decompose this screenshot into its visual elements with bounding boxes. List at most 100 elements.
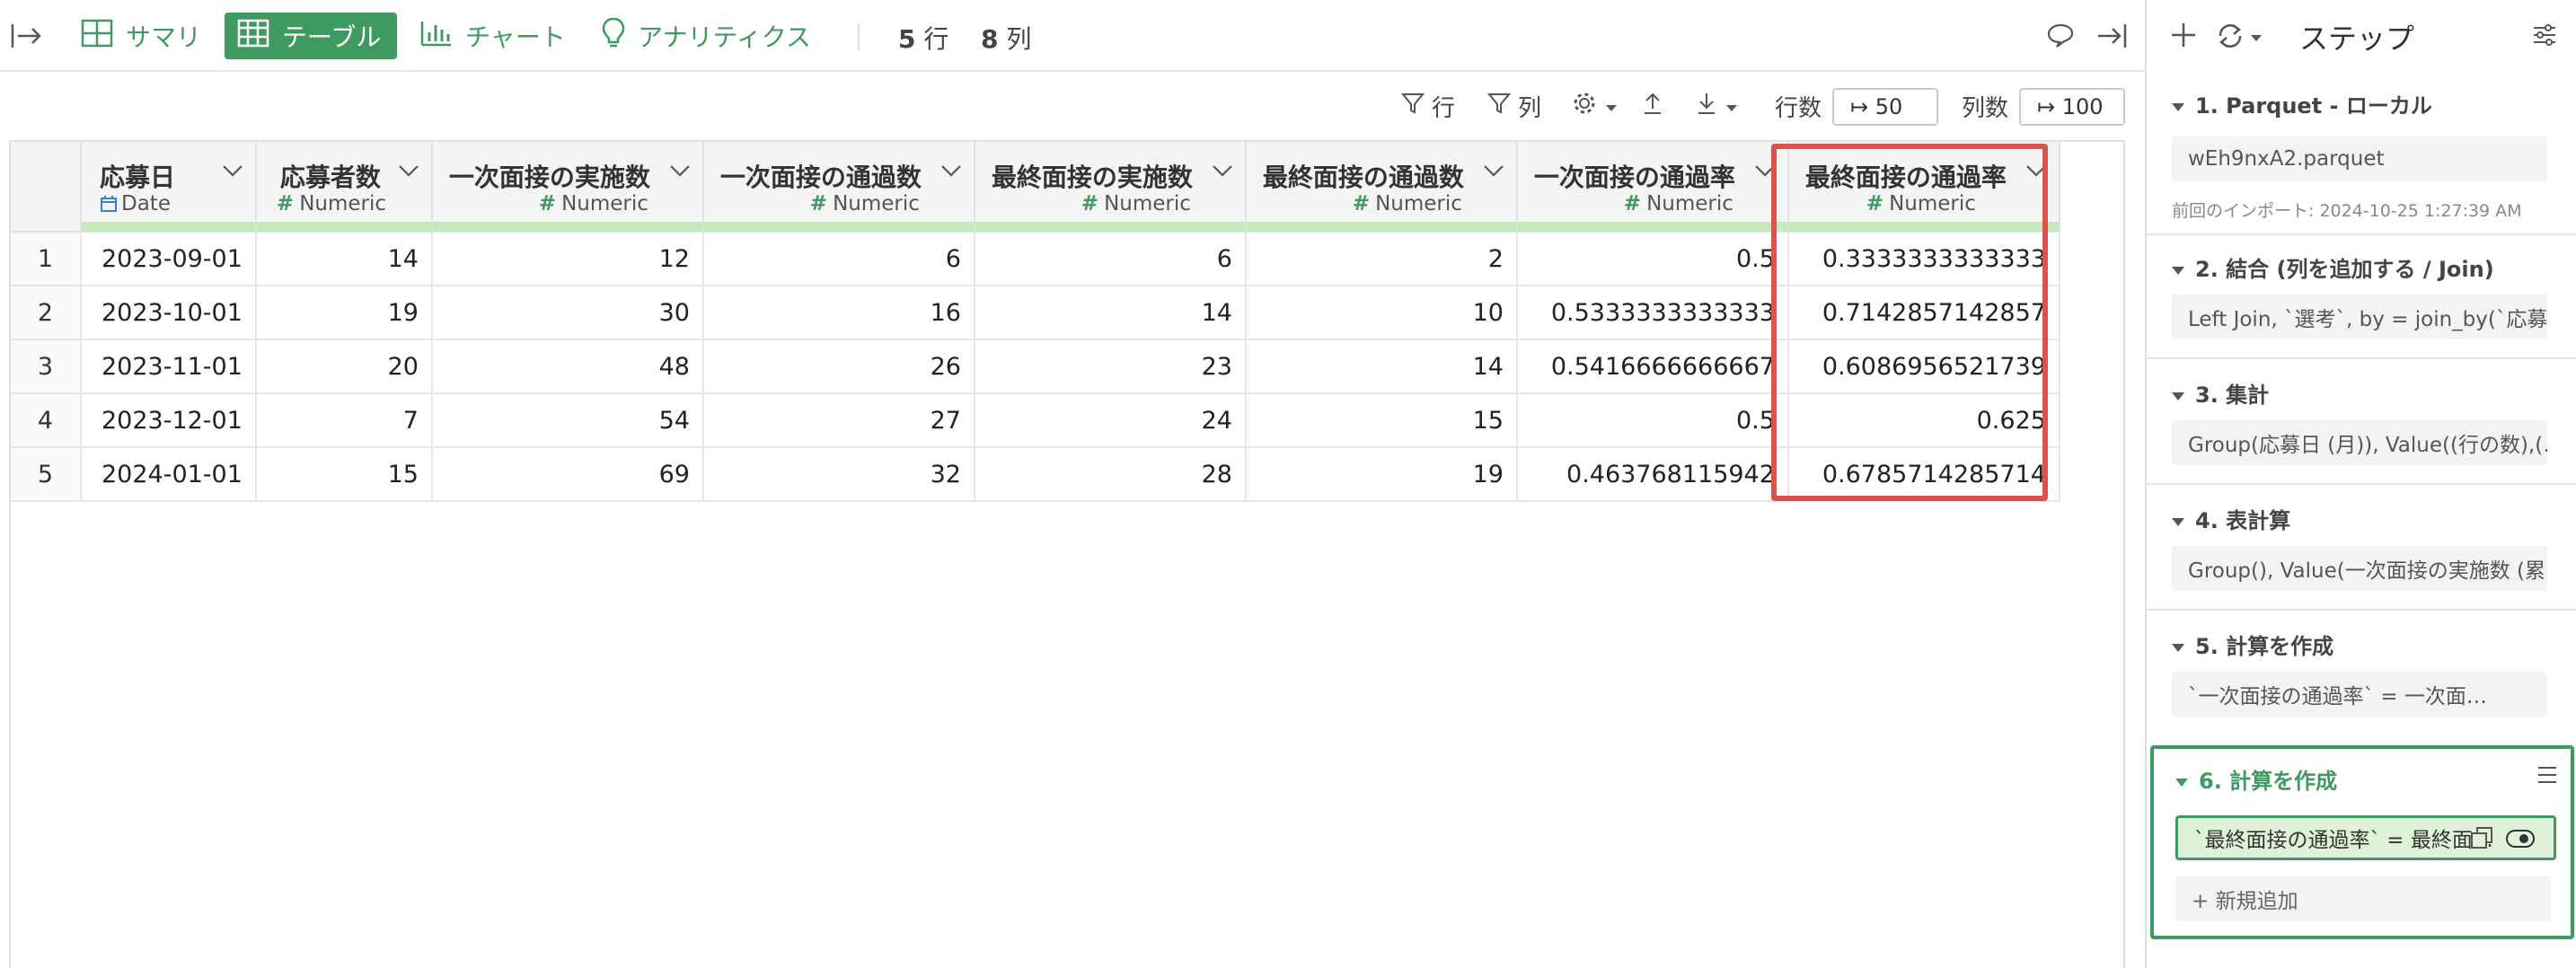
step-4[interactable]: 4. 表計算 Group(), Value(一次面接の実施数 (累…: [2147, 485, 2576, 611]
column-header[interactable]: 最終面接の通過数 # Numeric: [1245, 142, 1518, 233]
table-cell[interactable]: 19: [255, 286, 433, 340]
table-cell[interactable]: 27: [702, 393, 975, 448]
table-cell[interactable]: 0.5416666666667: [1516, 339, 1789, 394]
column-header[interactable]: 応募者数 # Numeric: [255, 142, 433, 233]
table-cell[interactable]: 20: [255, 339, 433, 394]
table-cell[interactable]: 28: [974, 447, 1247, 502]
refresh-icon[interactable]: [2215, 22, 2245, 50]
table-row[interactable]: 3 2023-11-01 20 48 26 23 14 0.5416666666667 0.60…: [11, 339, 2060, 394]
table-row[interactable]: 1 2023-09-01 14 12 6 6 2 0.5 0.3333333333333: [11, 232, 2060, 286]
cols-limit-input[interactable]: ↦ 100: [2019, 88, 2125, 126]
table-cell[interactable]: 26: [702, 339, 975, 394]
step-1[interactable]: 1. Parquet - ローカル wEh9nxA2.parquet 前回のイン…: [2147, 74, 2576, 235]
table-cell[interactable]: 14: [255, 232, 433, 286]
column-name: 最終面接の通過数: [1262, 163, 1464, 192]
table-cell[interactable]: 12: [431, 232, 704, 286]
tab-table[interactable]: テーブル: [225, 13, 397, 59]
table-cell[interactable]: 2023-12-01: [81, 393, 257, 448]
table-cell[interactable]: 69: [431, 447, 704, 502]
table-cell[interactable]: 0.6086956521739: [1787, 339, 2060, 394]
table-cell[interactable]: 7: [255, 393, 433, 448]
table-cell[interactable]: 2023-11-01: [81, 339, 257, 394]
table-row[interactable]: 4 2023-12-01 7 54 27 24 15 0.5 0.625: [11, 393, 2060, 448]
table-cell[interactable]: 0.5: [1516, 232, 1789, 286]
step-2[interactable]: 2. 結合 (列を追加する / Join) Left Join, `選考`, b…: [2147, 235, 2576, 359]
chevron-down-icon[interactable]: [1482, 163, 1505, 181]
table-cell[interactable]: 24: [974, 393, 1247, 448]
chevron-down-icon: [1725, 92, 1746, 119]
column-quality-bar: [1517, 222, 1787, 231]
chevron-down-icon[interactable]: [1211, 163, 1234, 181]
copy-icon[interactable]: [2470, 826, 2493, 849]
hamburger-menu-icon[interactable]: [2536, 765, 2558, 785]
collapse-right-icon[interactable]: [2093, 20, 2129, 52]
table-cell[interactable]: 0.5333333333333: [1516, 286, 1789, 340]
table-cell[interactable]: 15: [255, 447, 433, 502]
chevron-down-icon[interactable]: [1753, 163, 1777, 181]
table-cell[interactable]: 0.6785714285714: [1787, 447, 2060, 502]
table-cell[interactable]: 0.625: [1787, 393, 2060, 448]
table-cell[interactable]: 15: [1245, 393, 1518, 448]
step-detail[interactable]: Group(応募日 (月)), Value((行の数),(…: [2172, 420, 2547, 465]
bar-chart-icon: [420, 20, 465, 53]
table-cell[interactable]: 14: [974, 286, 1247, 340]
step-3[interactable]: 3. 集計 Group(応募日 (月)), Value((行の数),(…: [2147, 359, 2576, 485]
step-detail[interactable]: `最終面接の通過率` = 最終面…: [2175, 815, 2556, 860]
table-row[interactable]: 5 2024-01-01 15 69 32 28 19 0.463768115942 0.678…: [11, 447, 2060, 502]
column-header[interactable]: 一次面接の通過率 # Numeric: [1516, 142, 1789, 233]
upload-button[interactable]: [1642, 83, 1671, 129]
step-detail[interactable]: `一次面接の通過率` = 一次面…: [2172, 672, 2547, 717]
expand-left-icon[interactable]: [9, 18, 45, 54]
table-cell[interactable]: 48: [431, 339, 704, 394]
table-cell[interactable]: 30: [431, 286, 704, 340]
table-cell[interactable]: 0.7142857142857: [1787, 286, 2060, 340]
table-cell[interactable]: 14: [1245, 339, 1518, 394]
table-cell[interactable]: 2024-01-01: [81, 447, 257, 502]
tab-summary[interactable]: サマリ: [68, 13, 214, 59]
step-title: 1. Parquet - ローカル: [2172, 88, 2432, 119]
table-cell[interactable]: 0.5: [1516, 393, 1789, 448]
table-cell[interactable]: 2023-10-01: [81, 286, 257, 340]
step-detail[interactable]: Group(), Value(一次面接の実施数 (累…: [2172, 546, 2547, 591]
column-filter-button[interactable]: 列: [1486, 83, 1541, 129]
plus-icon[interactable]: [2170, 22, 2197, 48]
chevron-down-icon[interactable]: [940, 163, 963, 181]
table-cell[interactable]: 54: [431, 393, 704, 448]
column-header[interactable]: 一次面接の通過数 # Numeric: [702, 142, 975, 233]
chevron-down-icon[interactable]: [221, 163, 244, 181]
step-detail[interactable]: wEh9nxA2.parquet: [2172, 136, 2547, 181]
table-cell[interactable]: 6: [974, 232, 1247, 286]
settings-menu-button[interactable]: [1572, 83, 1626, 129]
table-cell[interactable]: 23: [974, 339, 1247, 394]
table-cell[interactable]: 2023-09-01: [81, 232, 257, 286]
step-6[interactable]: 6. 計算を作成 `最終面接の通過率` = 最終面… + 新規追加: [2150, 745, 2574, 939]
toggle-icon[interactable]: [2506, 830, 2535, 848]
rows-limit-input[interactable]: ↦ 50: [1832, 88, 1938, 126]
comment-icon[interactable]: [2044, 20, 2077, 52]
column-header[interactable]: 一次面接の実施数 # Numeric: [431, 142, 704, 233]
chevron-down-icon[interactable]: [2249, 32, 2263, 43]
table-row[interactable]: 2 2023-10-01 19 30 16 14 10 0.5333333333333 0.71…: [11, 286, 2060, 340]
chevron-down-icon[interactable]: [2025, 163, 2048, 181]
settings-sliders-icon[interactable]: [2531, 22, 2558, 48]
step-detail[interactable]: Left Join, `選考`, by = join_by(`応募…: [2172, 295, 2547, 339]
table-cell[interactable]: 0.3333333333333: [1787, 232, 2060, 286]
chevron-down-icon[interactable]: [668, 163, 692, 181]
download-button[interactable]: [1696, 83, 1746, 129]
column-header[interactable]: 最終面接の実施数 # Numeric: [974, 142, 1247, 233]
table-cell[interactable]: 6: [702, 232, 975, 286]
table-cell[interactable]: 0.463768115942: [1516, 447, 1789, 502]
tab-chart[interactable]: チャート: [408, 13, 578, 59]
step-5[interactable]: 5. 計算を作成 `一次面接の通過率` = 一次面…: [2147, 611, 2576, 731]
row-filter-button[interactable]: 行: [1400, 83, 1455, 129]
column-header[interactable]: 最終面接の通過率 # Numeric: [1787, 142, 2060, 233]
table-cell[interactable]: 10: [1245, 286, 1518, 340]
table-cell[interactable]: 16: [702, 286, 975, 340]
chevron-down-icon[interactable]: [397, 163, 420, 181]
table-cell[interactable]: 32: [702, 447, 975, 502]
table-cell[interactable]: 2: [1245, 232, 1518, 286]
add-step-button[interactable]: + 新規追加: [2175, 876, 2551, 921]
tab-analytics[interactable]: アナリティクス: [589, 13, 824, 59]
table-cell[interactable]: 19: [1245, 447, 1518, 502]
column-header[interactable]: 応募日 Date: [81, 142, 257, 233]
